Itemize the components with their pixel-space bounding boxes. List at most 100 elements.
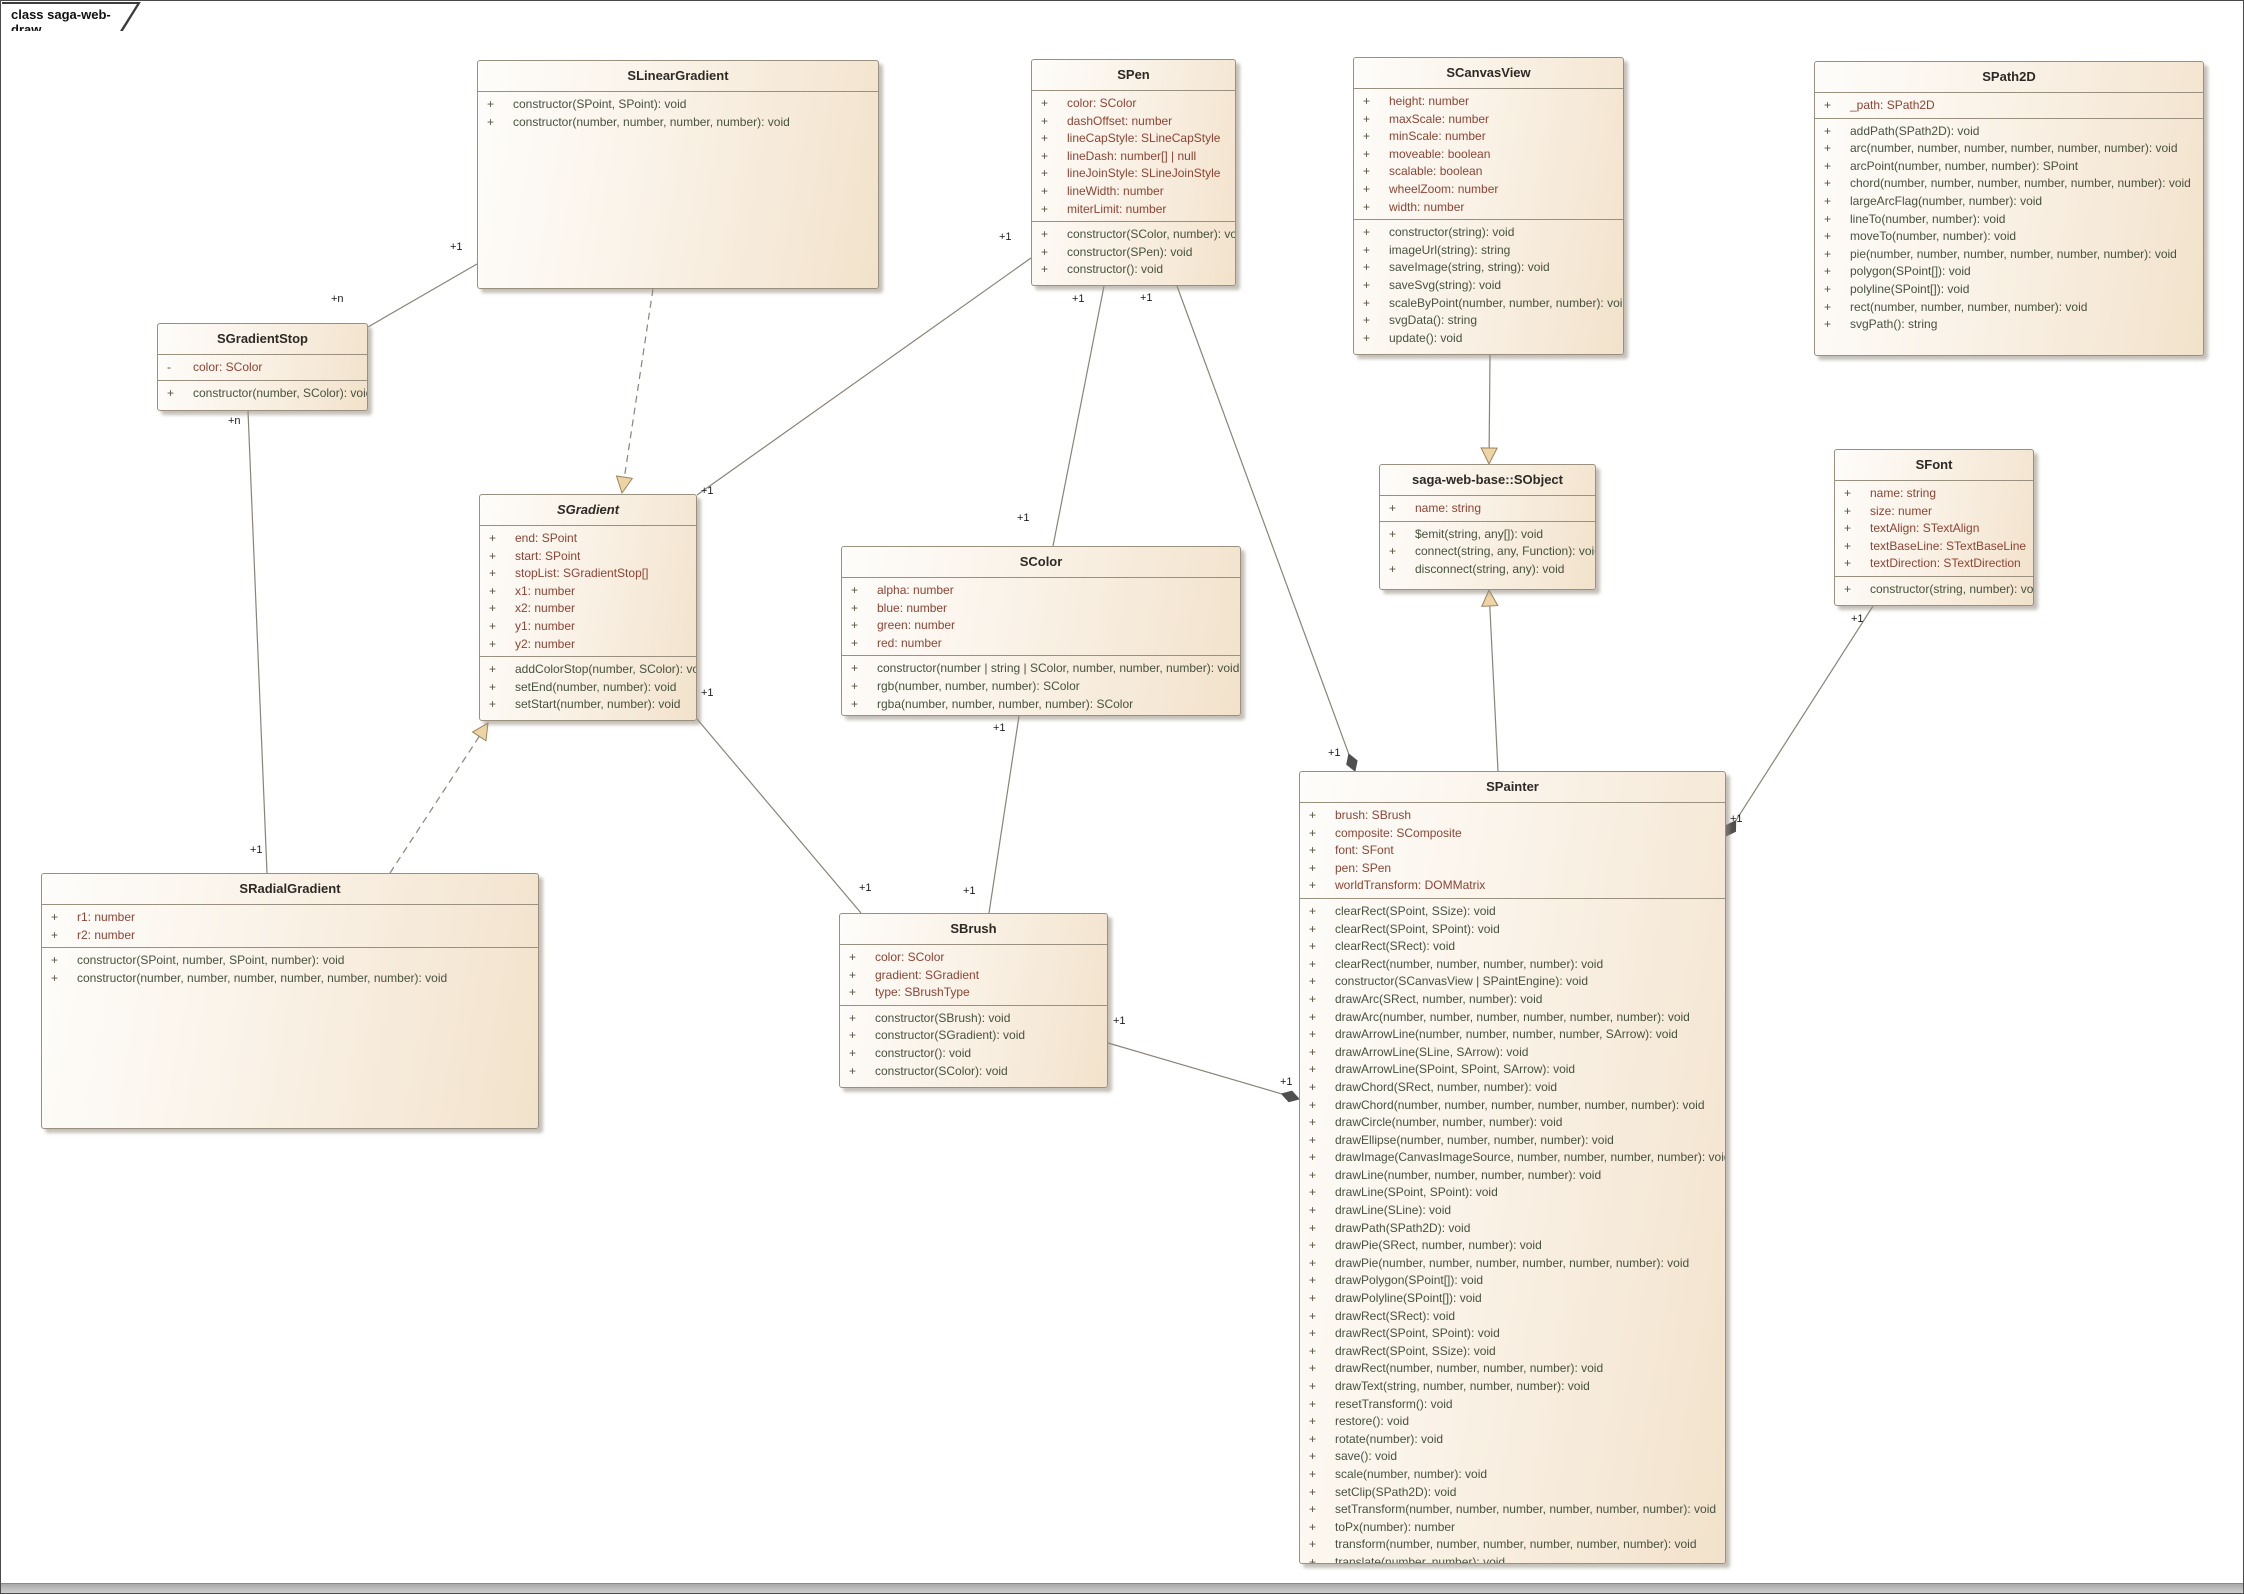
visibility-sign: +: [478, 96, 513, 114]
member-signature: drawCircle(number, number, number): void: [1335, 1114, 1562, 1132]
visibility-sign: +: [842, 582, 877, 600]
diagram-tab[interactable]: class saga-web-draw: [2, 2, 141, 31]
class-operation: +constructor(string): void: [1354, 224, 1623, 242]
class-title: SPainter: [1300, 772, 1725, 803]
visibility-sign: +: [1815, 211, 1850, 229]
edge-SPainter-SObject-generalization[interactable]: [1490, 606, 1498, 771]
visibility-sign: +: [840, 1045, 875, 1063]
multiplicity-label: +1: [1851, 613, 1864, 625]
class-operation: +imageUrl(string): string: [1354, 242, 1623, 260]
member-signature: constructor(string): void: [1389, 224, 1514, 242]
class-SPath2D[interactable]: SPath2D+_path: SPath2D+addPath(SPath2D):…: [1814, 61, 2204, 356]
class-operation: +drawRect(SRect): void: [1300, 1308, 1725, 1326]
class-SFont[interactable]: SFont+name: string+size: numer+textAlign…: [1834, 449, 2034, 606]
class-SBrush[interactable]: SBrush+color: SColor+gradient: SGradient…: [839, 913, 1108, 1088]
composition-diamond[interactable]: [1347, 754, 1357, 771]
visibility-sign: +: [1300, 1466, 1335, 1484]
class-attribute: +brush: SBrush: [1300, 807, 1725, 825]
visibility-sign: +: [1380, 561, 1415, 579]
edge-SPen-SColor[interactable]: [1053, 286, 1104, 546]
member-signature: x2: number: [515, 600, 575, 618]
visibility-sign: +: [1815, 281, 1850, 299]
class-title: SGradientStop: [158, 324, 367, 355]
class-saga-web-base-SObject[interactable]: saga-web-base::SObject+name: string+$emi…: [1379, 464, 1596, 590]
member-signature: rgba(number, number, number, number): SC…: [877, 696, 1133, 714]
member-signature: constructor(number, number, number, numb…: [77, 970, 447, 988]
visibility-sign: +: [1380, 500, 1415, 518]
member-signature: constructor(SColor, number): void: [1067, 226, 1235, 244]
member-signature: textDirection: STextDirection: [1870, 555, 2021, 573]
member-signature: rgb(number, number, number): SColor: [877, 678, 1080, 696]
operations-compartment: +constructor(SPoint, number, SPoint, num…: [42, 948, 538, 990]
class-operation: +drawRect(SPoint, SSize): void: [1300, 1343, 1725, 1361]
visibility-sign: +: [1300, 1343, 1335, 1361]
edge-SGradientStop-SRadialGradient[interactable]: [248, 411, 267, 873]
class-operation: +constructor(string, number): void: [1835, 581, 2033, 599]
visibility-sign: +: [1835, 520, 1870, 538]
visibility-sign: +: [1300, 860, 1335, 878]
edge-SLinearGradient-SGradient-generalization[interactable]: [624, 289, 653, 477]
member-signature: drawLine(SPoint, SPoint): void: [1335, 1184, 1498, 1202]
visibility-sign: +: [1300, 1501, 1335, 1519]
member-signature: drawText(string, number, number, number)…: [1335, 1378, 1590, 1396]
visibility-sign: -: [158, 359, 193, 377]
edge-SGradient-SBrush[interactable]: [697, 719, 861, 913]
multiplicity-label: +1: [1280, 1076, 1293, 1088]
bottom-scroll-strip[interactable]: [1, 1583, 2243, 1593]
member-signature: lineCapStyle: SLineCapStyle: [1067, 130, 1220, 148]
generalization-arrowhead[interactable]: [1482, 590, 1498, 606]
class-title: SLinearGradient: [478, 61, 878, 92]
visibility-sign: +: [42, 970, 77, 988]
edge-SCanvasView-SObject-generalization[interactable]: [1489, 355, 1490, 448]
attributes-compartment: +name: string+size: numer+textAlign: STe…: [1835, 481, 2033, 577]
class-operation: +saveImage(string, string): void: [1354, 259, 1623, 277]
class-operation: +constructor(SColor, number): void: [1032, 226, 1235, 244]
attributes-compartment: +name: string: [1380, 496, 1595, 522]
visibility-sign: +: [42, 927, 77, 945]
edge-SFont-SPainter-composition[interactable]: [1736, 606, 1873, 821]
class-SPainter[interactable]: SPainter+brush: SBrush+composite: SCompo…: [1299, 771, 1726, 1564]
class-attribute: +wheelZoom: number: [1354, 181, 1623, 199]
class-SCanvasView[interactable]: SCanvasView+height: number+maxScale: num…: [1353, 57, 1624, 355]
visibility-sign: +: [1300, 1431, 1335, 1449]
member-signature: textAlign: STextAlign: [1870, 520, 1979, 538]
class-SGradientStop[interactable]: SGradientStop-color: SColor+constructor(…: [157, 323, 368, 411]
generalization-arrowhead[interactable]: [1481, 448, 1497, 464]
attributes-compartment: +end: SPoint+start: SPoint+stopList: SGr…: [480, 526, 696, 657]
edge-SBrush-SPainter-composition[interactable]: [1108, 1043, 1282, 1094]
operations-compartment: +constructor(SColor, number): void +const…: [1032, 222, 1235, 282]
visibility-sign: +: [42, 952, 77, 970]
member-signature: polyline(SPoint[]): void: [1850, 281, 1969, 299]
visibility-sign: +: [1300, 1079, 1335, 1097]
class-attribute: +gradient: SGradient: [840, 967, 1107, 985]
edge-SGradientStop-SLinearGradient[interactable]: [368, 264, 477, 327]
visibility-sign: +: [842, 660, 877, 678]
class-SRadialGradient[interactable]: SRadialGradient+r1: number+r2: number+co…: [41, 873, 539, 1129]
class-SPen[interactable]: SPen+color: SColor+dashOffset: number+li…: [1031, 59, 1236, 286]
multiplicity-label: +1: [1328, 747, 1341, 759]
edge-SColor-SBrush[interactable]: [989, 716, 1019, 913]
class-operation: +moveTo(number, number): void: [1815, 228, 2203, 246]
visibility-sign: +: [1354, 224, 1389, 242]
class-SLinearGradient[interactable]: SLinearGradient+constructor(SPoint, SPoi…: [477, 60, 879, 289]
generalization-arrowhead[interactable]: [473, 723, 488, 741]
edge-SPen-SGradient[interactable]: [697, 258, 1031, 495]
class-operation: +rgba(number, number, number, number): S…: [842, 696, 1240, 714]
member-signature: lineTo(number, number): void: [1850, 211, 2005, 229]
visibility-sign: +: [1815, 140, 1850, 158]
member-signature: end: SPoint: [515, 530, 577, 548]
operations-compartment: +constructor(string): void+imageUrl(stri…: [1354, 220, 1623, 350]
class-SColor[interactable]: SColor+alpha: number+blue: number+green:…: [841, 546, 1241, 716]
class-attribute: +blue: number: [842, 600, 1240, 618]
class-title: SGradient: [480, 495, 696, 526]
class-attribute: +r2: number: [42, 927, 538, 945]
class-operation: +constructor(): void: [1032, 261, 1235, 279]
member-signature: constructor(SBrush): void: [875, 1010, 1010, 1028]
member-signature: saveImage(string, string): void: [1389, 259, 1550, 277]
generalization-arrowhead[interactable]: [616, 476, 632, 493]
class-SGradient[interactable]: SGradient+end: SPoint+start: SPoint+stop…: [479, 494, 697, 721]
composition-diamond[interactable]: [1282, 1091, 1299, 1102]
visibility-sign: +: [1835, 538, 1870, 556]
member-signature: x1: number: [515, 583, 575, 601]
edge-SRadialGradient-SGradient-generalization[interactable]: [390, 736, 479, 873]
